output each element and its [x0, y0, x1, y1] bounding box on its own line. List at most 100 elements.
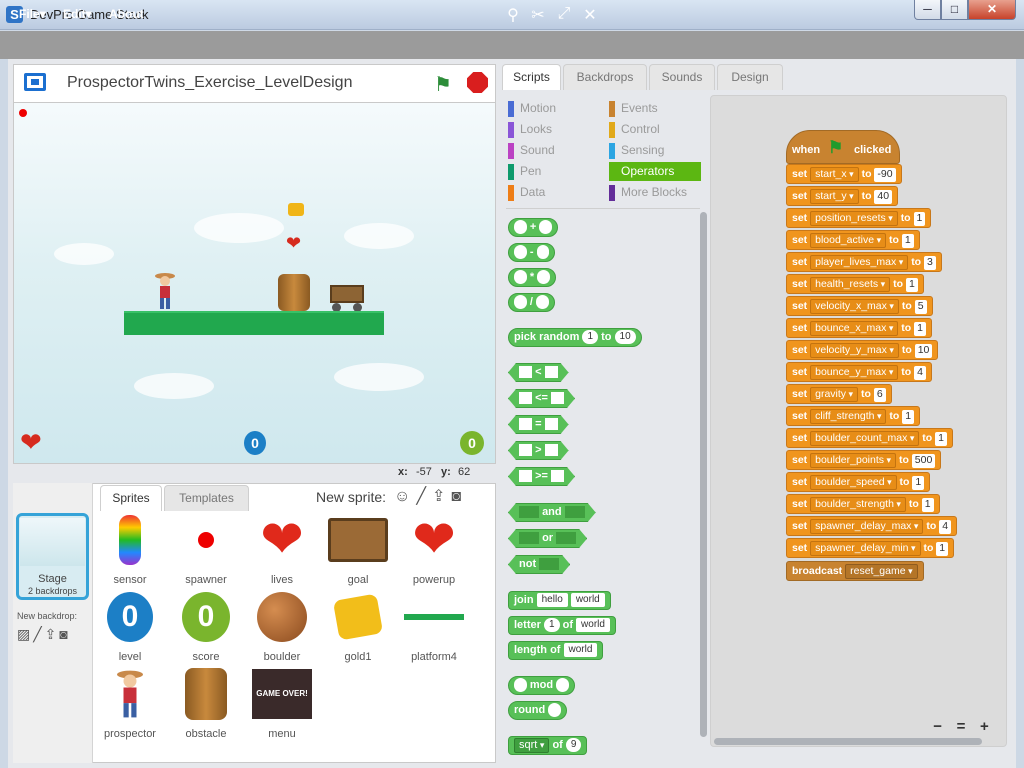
input-slot[interactable]: 1	[543, 618, 560, 633]
value-input[interactable]: 1	[921, 498, 934, 512]
block-add[interactable]: +	[508, 218, 559, 237]
when-flag-clicked-hat[interactable]: when ⚑ clicked	[786, 130, 900, 164]
obstacle-barrel[interactable]	[278, 274, 310, 311]
gold-sprite[interactable]	[288, 203, 304, 216]
sprite-obstacle[interactable]: obstacle	[170, 668, 242, 744]
menu-edit[interactable]: Edit▾	[63, 7, 92, 21]
set-variable-block[interactable]: set start_x to -90	[786, 164, 902, 184]
value-input[interactable]: -90	[874, 168, 896, 182]
value-input[interactable]: 1	[935, 432, 947, 446]
input-slot[interactable]: hello	[536, 593, 568, 608]
variable-dropdown[interactable]: blood_active	[810, 233, 887, 248]
category-pen[interactable]: Pen	[508, 162, 541, 181]
block-or[interactable]: or	[508, 529, 587, 548]
value-input[interactable]: 1	[913, 212, 926, 226]
prospector-sprite[interactable]	[154, 271, 176, 311]
input-slot[interactable]	[519, 506, 539, 518]
input-slot[interactable]: world	[563, 643, 598, 658]
delete-icon[interactable]: ✂	[528, 5, 548, 25]
tab-sounds[interactable]: Sounds	[649, 64, 715, 90]
value-input[interactable]: 1	[902, 410, 915, 424]
green-flag-icon[interactable]: ⚑	[434, 72, 452, 97]
function-dropdown[interactable]: sqrt	[514, 738, 550, 753]
set-variable-block[interactable]: set boulder_speed to 1	[786, 472, 931, 492]
set-variable-block[interactable]: set position_resets to 1	[786, 208, 932, 228]
maximize-button[interactable]: □	[941, 0, 968, 20]
set-variable-block[interactable]: set player_lives_max to 3	[786, 252, 942, 272]
zoom-reset-icon[interactable]: =	[957, 718, 966, 740]
set-variable-block[interactable]: set start_y to 40	[786, 186, 899, 206]
value-input[interactable]: 1	[905, 278, 918, 292]
block-length-of[interactable]: length of world	[508, 641, 604, 660]
variable-dropdown[interactable]: bounce_x_max	[810, 321, 899, 336]
category-sensing[interactable]: Sensing	[609, 141, 664, 160]
variable-dropdown[interactable]: cliff_strength	[810, 409, 887, 424]
spawner-sprite[interactable]	[19, 109, 27, 117]
set-variable-block[interactable]: set boulder_strength to 1	[786, 494, 940, 514]
value-input[interactable]: 40	[874, 190, 893, 204]
block-mod[interactable]: mod	[508, 676, 575, 695]
set-variable-block[interactable]: set blood_active to 1	[786, 230, 920, 250]
variable-dropdown[interactable]: velocity_y_max	[810, 343, 899, 358]
paint-sprite-icon[interactable]: ╱	[416, 488, 432, 505]
block-equal[interactable]: =	[508, 415, 569, 434]
input-slot[interactable]	[539, 220, 553, 235]
sprite-spawner[interactable]: spawner	[170, 514, 242, 590]
tab-scripts[interactable]: Scripts	[502, 64, 561, 90]
value-input[interactable]: 10	[914, 344, 933, 358]
stage[interactable]: ❤ ❤ 0 0	[13, 102, 496, 464]
input-slot[interactable]: world	[576, 618, 610, 633]
variable-dropdown[interactable]: player_lives_max	[810, 255, 909, 270]
block-and[interactable]: and	[508, 503, 596, 522]
set-variable-block[interactable]: set velocity_x_max to 5	[786, 296, 933, 316]
input-slot[interactable]	[545, 366, 558, 378]
category-looks[interactable]: Looks	[508, 120, 552, 139]
sprite-gold1[interactable]: gold1	[322, 591, 394, 667]
input-slot[interactable]	[565, 506, 585, 518]
sprite-library-icon[interactable]: ☺	[394, 488, 416, 505]
variable-dropdown[interactable]: spawner_delay_min	[810, 541, 921, 556]
category-more-blocks[interactable]: More Blocks	[609, 183, 687, 202]
tab-templates[interactable]: Templates	[164, 485, 249, 511]
value-input[interactable]: 3	[924, 256, 936, 270]
input-slot[interactable]: 10	[614, 330, 636, 345]
value-input[interactable]: 1	[901, 234, 914, 248]
block-round[interactable]: round	[508, 701, 568, 720]
input-slot[interactable]	[548, 703, 562, 718]
tab-design[interactable]: Design	[717, 64, 783, 90]
grow-icon[interactable]: ⤢	[554, 5, 574, 23]
powerup-heart-icon[interactable]: ❤	[286, 233, 301, 254]
set-variable-block[interactable]: set health_resets to 1	[786, 274, 924, 294]
menu-about[interactable]: About	[109, 7, 144, 21]
input-slot[interactable]	[537, 270, 550, 285]
input-slot[interactable]	[556, 532, 576, 544]
input-slot[interactable]	[519, 470, 532, 482]
block-greater-equal[interactable]: >=	[508, 467, 575, 486]
variable-dropdown[interactable]: boulder_points	[810, 453, 897, 468]
set-variable-block[interactable]: set spawner_delay_max to 4	[786, 516, 958, 536]
sprite-score[interactable]: 0 score	[170, 591, 242, 667]
input-slot[interactable]	[519, 392, 532, 404]
value-input[interactable]: 1	[912, 476, 925, 490]
tab-sprites[interactable]: Sprites	[100, 485, 162, 511]
block-not[interactable]: not	[508, 555, 570, 574]
input-slot[interactable]	[514, 270, 527, 285]
category-operators[interactable]: Operators	[609, 162, 701, 181]
menu-file[interactable]: File▾	[19, 7, 46, 21]
block-multiply[interactable]: *	[508, 268, 556, 287]
input-slot[interactable]	[514, 245, 527, 260]
zoom-out-icon[interactable]: −	[933, 718, 942, 740]
set-variable-block[interactable]: set velocity_y_max to 10	[786, 340, 939, 360]
input-slot[interactable]	[519, 444, 532, 456]
block-less-equal[interactable]: <=	[508, 389, 575, 408]
input-slot[interactable]	[545, 418, 558, 430]
set-variable-block[interactable]: set boulder_count_max to 1	[786, 428, 953, 448]
input-slot[interactable]: 9	[565, 738, 582, 753]
set-variable-block[interactable]: set spawner_delay_min to 1	[786, 538, 955, 558]
draw-backdrop-icon[interactable]: ╱	[33, 626, 44, 642]
value-input[interactable]: 6	[873, 388, 886, 402]
broadcast-block[interactable]: broadcast reset_game	[786, 561, 924, 581]
variable-dropdown[interactable]: velocity_x_max	[810, 299, 899, 314]
input-slot[interactable]	[514, 295, 527, 310]
sprite-goal[interactable]: goal	[322, 514, 394, 590]
